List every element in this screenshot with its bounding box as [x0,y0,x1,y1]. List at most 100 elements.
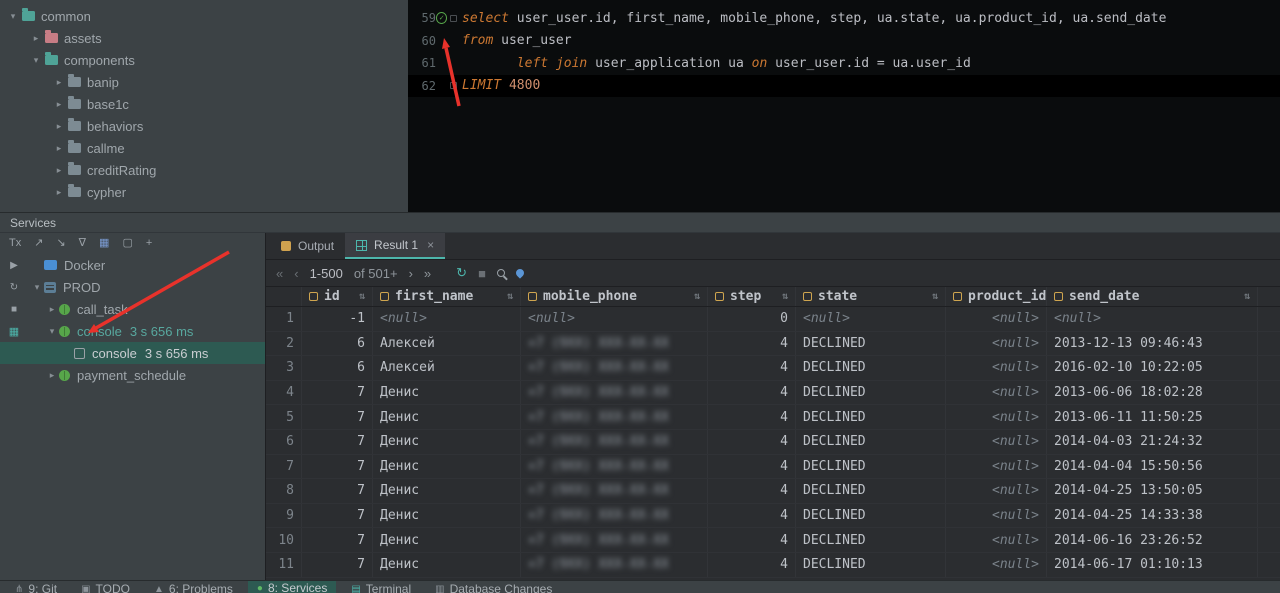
services-item-console[interactable]: console 3 s 656 ms [0,342,265,364]
cell-id[interactable]: 7 [302,503,373,528]
chevron-icon[interactable]: ▸ [52,187,66,198]
cell-send_date[interactable]: 2014-04-25 14:33:38 [1047,503,1258,528]
cell-mobile_phone[interactable]: +7 (9XX) XXX-XX-XX [521,429,708,454]
page-range[interactable]: 1-500 [310,266,343,281]
services-item-Docker[interactable]: Docker [0,254,265,276]
chevron-icon[interactable]: ▸ [52,143,66,154]
tx-mode[interactable]: Tx [9,238,21,249]
grid-row[interactable]: 9 7 Денис +7 (9XX) XXX-XX-XX 4 DECLINED <null>… [266,503,1280,529]
chevron-icon[interactable]: ▸ [52,99,66,110]
cell-id[interactable]: 7 [302,479,373,503]
cell-first_name[interactable]: Алексей [373,356,521,380]
cell-product_id[interactable]: <null> [946,503,1047,528]
cell-product_id[interactable]: <null> [946,454,1047,479]
cell-state[interactable]: DECLINED [796,503,946,528]
cell-product_id[interactable]: <null> [946,331,1047,356]
cell-step[interactable]: 4 [708,405,796,429]
column-header-mobile_phone[interactable]: mobile_phone ⇅ [521,287,708,306]
tree-item-common[interactable]: ▾ common [0,5,408,27]
services-item-call_task[interactable]: ▸ call_task [0,298,265,320]
services-item-console[interactable]: ▾ console 3 s 656 ms [0,320,265,342]
chevron-icon[interactable]: ▸ [52,77,66,88]
cell-id[interactable]: 6 [302,331,373,356]
chevron-icon[interactable]: ▸ [45,304,59,315]
next-page-button[interactable]: › [409,266,413,281]
cell-id[interactable]: 6 [302,356,373,380]
cell-first_name[interactable]: Денис [373,454,521,479]
grid-row[interactable]: 3 6 Алексей +7 (9XX) XXX-XX-XX 4 DECLINED <nul… [266,356,1280,381]
tree-item-creditRating[interactable]: ▸ creditRating [0,159,408,181]
first-page-button[interactable]: « [276,266,283,281]
cell-mobile_phone[interactable]: +7 (9XX) XXX-XX-XX [521,503,708,528]
cell-id[interactable]: 7 [302,528,373,552]
cell-state[interactable]: DECLINED [796,331,946,356]
cell-step[interactable]: 4 [708,454,796,479]
editor-line-60[interactable]: 60 from user_user [408,30,1280,53]
chevron-icon[interactable]: ▸ [52,121,66,132]
chevron-icon[interactable]: ▸ [45,370,59,381]
statusbar-item-todo[interactable]: ▣ TODO [72,581,139,593]
cell-mobile_phone[interactable]: +7 (9XX) XXX-XX-XX [521,454,708,479]
cell-step[interactable]: 4 [708,479,796,503]
sort-icon[interactable]: ⇅ [507,291,513,302]
row-number-cell[interactable]: 7 [266,454,302,479]
row-number-cell[interactable]: 9 [266,503,302,528]
cell-send_date[interactable]: 2014-04-25 13:50:05 [1047,479,1258,503]
row-number-cell[interactable]: 10 [266,528,302,552]
cell-state[interactable]: <null> [796,307,946,331]
cell-send_date[interactable]: 2016-02-10 10:22:05 [1047,356,1258,380]
tree-item-assets[interactable]: ▸ assets [0,27,408,49]
cell-product_id[interactable]: <null> [946,429,1047,454]
grid-row[interactable]: 6 7 Денис +7 (9XX) XXX-XX-XX 4 DECLINED <null>… [266,429,1280,455]
column-header-send_date[interactable]: send_date ⇅ [1047,287,1258,306]
cell-step[interactable]: 4 [708,503,796,528]
statusbar-item-database-changes[interactable]: ▥ Database Changes [426,581,561,593]
grid-row[interactable]: 11 7 Денис +7 (9XX) XXX-XX-XX 4 DECLINED <null… [266,552,1280,578]
cell-first_name[interactable]: Денис [373,405,521,429]
row-number-cell[interactable]: 1 [266,307,302,331]
cell-mobile_phone[interactable]: +7 (9XX) XXX-XX-XX [521,356,708,380]
cell-first_name[interactable]: Алексей [373,331,521,356]
tree-item-components[interactable]: ▾ components [0,49,408,71]
row-number-cell[interactable]: 3 [266,356,302,380]
close-icon[interactable]: × [427,238,434,252]
cell-id[interactable]: -1 [302,307,373,331]
cell-state[interactable]: DECLINED [796,429,946,454]
statusbar-item-9-git[interactable]: ⋔ 9: Git [6,581,66,593]
cell-product_id[interactable]: <null> [946,528,1047,552]
cell-product_id[interactable]: <null> [946,405,1047,429]
chevron-icon[interactable]: ▸ [52,165,66,176]
cell-id[interactable]: 7 [302,380,373,405]
column-header-id[interactable]: id ⇅ [302,287,373,306]
last-page-button[interactable]: » [424,266,431,281]
cell-step[interactable]: 0 [708,307,796,331]
cell-step[interactable]: 4 [708,552,796,577]
chevron-icon[interactable]: ▾ [30,282,44,293]
find-in-grid-icon[interactable] [496,269,505,277]
stop-icon[interactable]: ■ [478,266,486,281]
prev-page-button[interactable]: ‹ [294,266,298,281]
tree-item-callme[interactable]: ▸ callme [0,137,408,159]
editor-line-59[interactable]: 59 ✓ select user_user.id, first_name, mobi… [408,7,1280,30]
cell-mobile_phone[interactable]: +7 (9XX) XXX-XX-XX [521,479,708,503]
cell-first_name[interactable]: <null> [373,307,521,331]
row-number-cell[interactable]: 2 [266,331,302,356]
cell-first_name[interactable]: Денис [373,429,521,454]
refresh-icon[interactable]: ↻ [456,265,467,281]
column-header-step[interactable]: step ⇅ [708,287,796,306]
cell-mobile_phone[interactable]: +7 (9XX) XXX-XX-XX [521,331,708,356]
cell-send_date[interactable]: 2014-06-17 01:10:13 [1047,552,1258,577]
tree-item-cypher[interactable]: ▸ cypher [0,181,408,203]
tab-output[interactable]: Output [270,233,345,259]
run-icon[interactable]: ▶ [0,254,28,276]
pin-tab-icon[interactable] [514,267,526,279]
stop-icon[interactable]: ■ [0,298,28,320]
cell-send_date[interactable]: 2014-06-16 23:26:52 [1047,528,1258,552]
grid-row[interactable]: 10 7 Денис +7 (9XX) XXX-XX-XX 4 DECLINED <null… [266,528,1280,553]
cell-send_date[interactable]: 2013-06-11 11:50:25 [1047,405,1258,429]
cell-send_date[interactable]: <null> [1047,307,1258,331]
statusbar-item-terminal[interactable]: ▤ Terminal [342,581,420,593]
row-number-cell[interactable]: 8 [266,479,302,503]
cell-product_id[interactable]: <null> [946,380,1047,405]
tree-item-base1c[interactable]: ▸ base1c [0,93,408,115]
